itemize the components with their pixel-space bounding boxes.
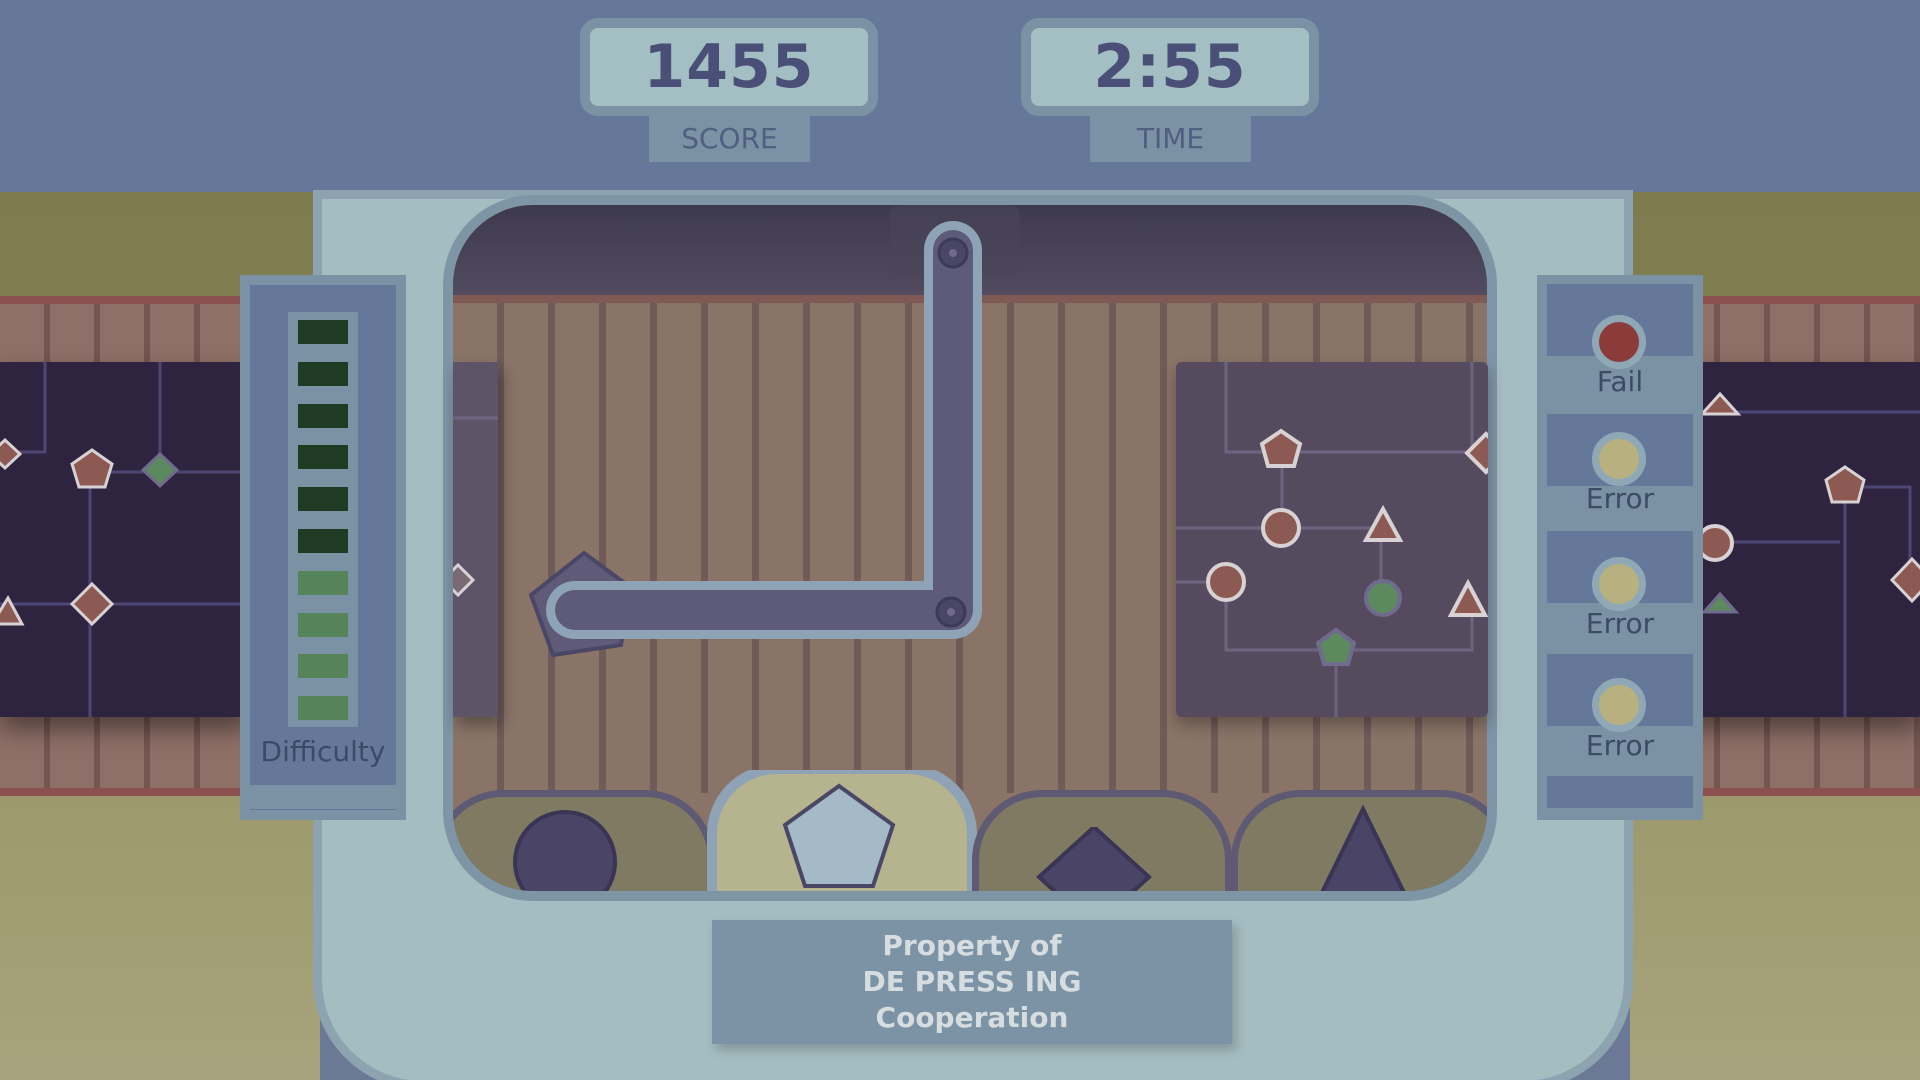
difficulty-bar	[298, 612, 348, 637]
triangle-node-icon	[1698, 391, 1742, 416]
time-value: 2:55	[1093, 32, 1247, 102]
diamond-node-icon	[69, 581, 115, 627]
score-display: 1455	[580, 18, 878, 116]
status-label: Fail	[1596, 365, 1644, 398]
status-light-icon	[1592, 678, 1646, 732]
shape-selector	[453, 770, 1487, 891]
difficulty-bar	[298, 320, 348, 344]
plaque-line-2: DE PRESS ING	[862, 965, 1082, 998]
circle-node-icon	[1696, 524, 1734, 562]
circle-shape-icon	[513, 810, 617, 891]
shape-slot-circle[interactable]	[453, 790, 715, 891]
difficulty-bar	[298, 445, 348, 470]
difficulty-label: Difficulty	[260, 735, 386, 768]
pentagon-node-icon	[70, 448, 114, 489]
status-label: Error	[1585, 607, 1655, 640]
left-circuit-card	[0, 362, 250, 717]
diamond-node-icon	[1889, 556, 1920, 604]
pentagon-node-icon	[1824, 465, 1866, 504]
right-circuit-drawing	[1680, 391, 1920, 717]
difficulty-bar	[298, 403, 348, 428]
shape-slot-triangle[interactable]	[1231, 790, 1487, 891]
status-light-icon	[1592, 432, 1646, 486]
difficulty-bar	[298, 529, 348, 553]
diamond-shape-icon	[1036, 827, 1152, 891]
time-display: 2:55	[1021, 18, 1319, 116]
status-light-icon	[1592, 315, 1646, 369]
shape-slot-pentagon[interactable]	[707, 770, 977, 891]
diamond-node-icon	[0, 437, 23, 471]
right-circuit-card	[1680, 362, 1920, 717]
triangle-node-icon	[0, 594, 25, 626]
difficulty-bar	[298, 654, 348, 679]
status-light-icon	[1592, 557, 1646, 611]
pipe-layer	[528, 205, 1020, 658]
difficulty-bar	[298, 487, 348, 512]
left-circuit-drawing	[0, 362, 250, 717]
top-hud-bar	[0, 0, 1920, 192]
plaque-line-3: Cooperation	[875, 1001, 1069, 1034]
status-label: Error	[1585, 729, 1655, 762]
time-label: TIME	[1090, 114, 1251, 162]
difficulty-footer	[250, 785, 396, 809]
status-footer	[1547, 776, 1693, 808]
diamond-node-icon	[140, 451, 180, 489]
plaque-line-1: Property of	[882, 929, 1062, 962]
triangle-shape-icon	[1320, 805, 1406, 891]
difficulty-bar	[298, 361, 348, 386]
ownership-plaque: Property of DE PRESS ING Cooperation	[712, 920, 1232, 1044]
pentagon-shape-icon	[782, 783, 896, 888]
pipe-arm[interactable]	[555, 230, 973, 630]
difficulty-bar	[298, 570, 348, 595]
difficulty-bar	[298, 696, 348, 721]
score-value: 1455	[643, 32, 815, 102]
shape-slot-diamond[interactable]	[972, 790, 1232, 891]
status-label: Error	[1585, 482, 1655, 515]
triangle-node-icon	[1700, 591, 1740, 614]
score-label: SCORE	[649, 114, 810, 162]
